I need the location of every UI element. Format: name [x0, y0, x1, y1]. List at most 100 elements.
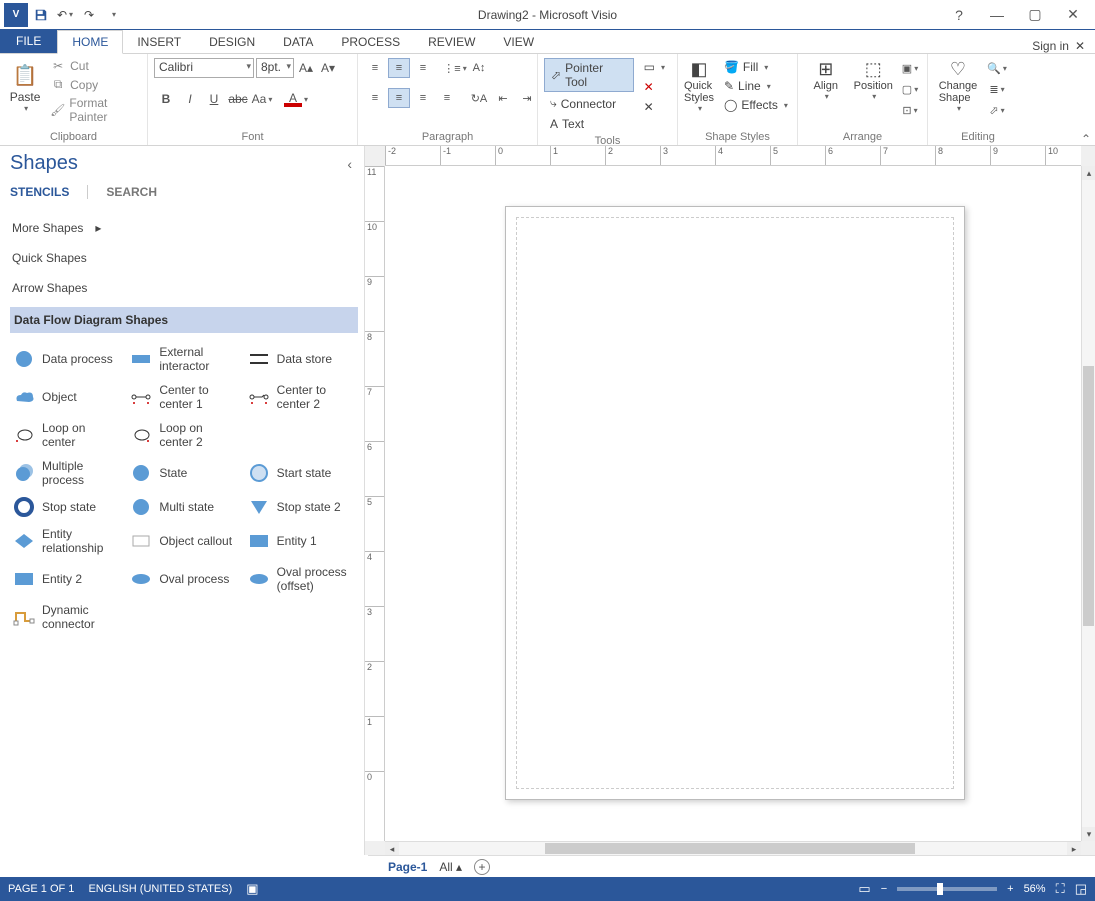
increase-indent-button[interactable]: ⇥	[516, 88, 538, 108]
shape-stop-state-2[interactable]: Stop state 2	[245, 495, 358, 519]
collapse-shapes-icon[interactable]: ‹	[347, 156, 352, 172]
strikethrough-button[interactable]: abc	[226, 88, 250, 110]
font-size-combo[interactable]: 8pt.	[256, 58, 294, 78]
zoom-slider[interactable]	[897, 887, 997, 891]
shape-data-store[interactable]: Data store	[245, 343, 358, 375]
grow-font-button[interactable]: A▴	[296, 58, 316, 78]
pan-zoom-icon[interactable]: ◲	[1075, 881, 1087, 897]
scroll-up-icon[interactable]: ▴	[1082, 166, 1095, 180]
zoom-out-icon[interactable]: −	[881, 883, 887, 895]
underline-button[interactable]: U	[202, 88, 226, 110]
tab-view[interactable]: VIEW	[489, 31, 548, 53]
shape-entity-relationship[interactable]: Entity relationship	[10, 525, 123, 557]
bullets-button[interactable]: ⋮≡▾	[444, 58, 466, 78]
all-pages-tab[interactable]: All ▴	[439, 860, 462, 874]
align-left-button[interactable]: ≡	[364, 88, 386, 108]
text-direction-button[interactable]: A↕	[468, 58, 490, 78]
shape-stop-state[interactable]: Stop state	[10, 495, 123, 519]
rotate-text-button[interactable]: ↻A	[468, 88, 490, 108]
tab-review[interactable]: REVIEW	[414, 31, 489, 53]
more-shapes-item[interactable]: More Shapes ▸	[10, 217, 358, 239]
quick-styles-button[interactable]: ◧ QuickStyles▾	[684, 58, 714, 113]
shape-multi-state[interactable]: Multi state	[127, 495, 240, 519]
vertical-scrollbar[interactable]: ▴ ▾	[1081, 166, 1095, 841]
select-button[interactable]: ⬀▾	[986, 100, 1008, 120]
bold-button[interactable]: B	[154, 88, 178, 110]
font-name-combo[interactable]: Calibri	[154, 58, 254, 78]
tab-process[interactable]: PROCESS	[327, 31, 414, 53]
rectangle-tool-button[interactable]: ▭▾	[638, 58, 671, 76]
align-right-button[interactable]: ≡	[412, 88, 434, 108]
align-justify-button[interactable]: ≡	[436, 88, 458, 108]
tab-insert[interactable]: INSERT	[123, 31, 195, 53]
page-1-tab[interactable]: Page-1	[388, 860, 427, 874]
quick-shapes-item[interactable]: Quick Shapes	[10, 247, 358, 269]
shape-object-callout[interactable]: Object callout	[127, 525, 240, 557]
scroll-left-icon[interactable]: ◂	[385, 842, 399, 856]
shape-entity-1[interactable]: Entity 1	[245, 525, 358, 557]
shape-entity-2[interactable]: Entity 2	[10, 563, 123, 595]
shape-loop-on-center[interactable]: Loop on center	[10, 419, 123, 451]
save-icon[interactable]	[30, 4, 52, 26]
zoom-in-icon[interactable]: +	[1007, 883, 1013, 895]
shape-loop-on-center-2[interactable]: Loop on center 2	[127, 419, 240, 451]
collapse-ribbon-icon[interactable]: ⌃	[1081, 132, 1091, 146]
shape-data-process[interactable]: Data process	[10, 343, 123, 375]
text-tool-button[interactable]: AText	[544, 115, 634, 133]
group-button[interactable]: ⊡▾	[899, 100, 921, 120]
drawing-canvas[interactable]	[385, 166, 1081, 841]
page-indicator[interactable]: PAGE 1 OF 1	[8, 883, 74, 895]
send-back-button[interactable]: ▢▾	[899, 79, 921, 99]
app-icon[interactable]: V	[4, 3, 28, 27]
tab-design[interactable]: DESIGN	[195, 31, 269, 53]
222-shapes-item[interactable]: Arrow Shapes	[10, 277, 358, 299]
language-indicator[interactable]: ENGLISH (UNITED STATES)	[88, 883, 232, 895]
shape-state[interactable]: State	[127, 457, 240, 489]
dfd-shapes-item[interactable]: Data Flow Diagram Shapes	[10, 307, 358, 333]
shape-multiple-process[interactable]: Multiple process	[10, 457, 123, 489]
font-color-button[interactable]: A▾	[284, 88, 308, 110]
v-scroll-thumb[interactable]	[1083, 366, 1094, 626]
cut-button[interactable]: ✂Cut	[48, 58, 141, 74]
close-signin-icon[interactable]: ✕	[1075, 39, 1085, 53]
align-top-left-button[interactable]: ≡	[364, 58, 386, 78]
paste-button[interactable]: 📋 Paste ▾	[6, 58, 44, 115]
shrink-font-button[interactable]: A▾	[318, 58, 338, 78]
horizontal-scrollbar[interactable]: ◂ ▸	[385, 841, 1081, 855]
zoom-level[interactable]: 56%	[1024, 883, 1046, 895]
maximize-icon[interactable]: ▢	[1021, 5, 1049, 25]
qat-customize-icon[interactable]: ▾	[102, 4, 124, 26]
tab-file[interactable]: FILE	[0, 29, 57, 53]
macro-recorder-icon[interactable]: ▣	[246, 881, 258, 897]
redo-icon[interactable]: ↷	[78, 4, 100, 26]
copy-button[interactable]: ⧉Copy	[48, 76, 141, 93]
undo-icon[interactable]: ↶▾	[54, 4, 76, 26]
align-top-right-button[interactable]: ≡	[412, 58, 434, 78]
shape-center-to-center-2[interactable]: Center to center 2	[245, 381, 358, 413]
scroll-down-icon[interactable]: ▾	[1082, 827, 1095, 841]
shape-external-interactor[interactable]: External interactor	[127, 343, 240, 375]
shape-oval-process-offset-[interactable]: Oval process (offset)	[245, 563, 358, 595]
align-top-center-button[interactable]: ≡	[388, 58, 410, 78]
format-painter-button[interactable]: 🖌Format Painter	[48, 95, 141, 125]
zoom-thumb[interactable]	[937, 883, 943, 895]
close-icon[interactable]: ✕	[1059, 5, 1087, 25]
effects-button[interactable]: ◯Effects▾	[718, 96, 794, 114]
connection-point-tool-button[interactable]: ✕	[638, 98, 671, 116]
italic-button[interactable]: I	[178, 88, 202, 110]
decrease-indent-button[interactable]: ⇤	[492, 88, 514, 108]
minimize-icon[interactable]: ―	[983, 5, 1011, 25]
tab-home[interactable]: HOME	[57, 30, 123, 54]
stencils-tab[interactable]: STENCILS	[10, 185, 69, 199]
presentation-mode-icon[interactable]: ▭	[858, 881, 870, 897]
position-button[interactable]: ⬚Position▾	[852, 58, 896, 101]
add-page-button[interactable]: +	[474, 859, 490, 875]
scroll-right-icon[interactable]: ▸	[1067, 842, 1081, 856]
shape-start-state[interactable]: Start state	[245, 457, 358, 489]
change-case-button[interactable]: Aa▾	[250, 88, 274, 110]
shape-oval-process[interactable]: Oval process	[127, 563, 240, 595]
align-center-button[interactable]: ≡	[388, 88, 410, 108]
layers-button[interactable]: ≣▾	[986, 79, 1008, 99]
shape-object[interactable]: Object	[10, 381, 123, 413]
fill-button[interactable]: 🪣Fill▾	[718, 58, 794, 76]
